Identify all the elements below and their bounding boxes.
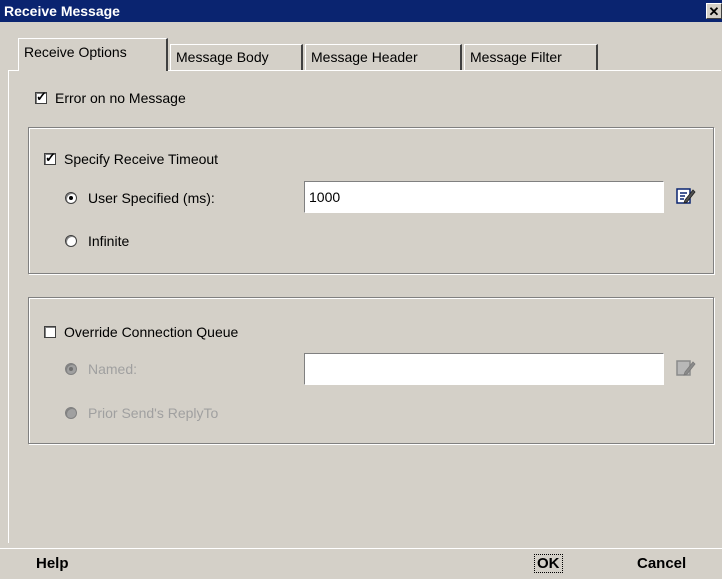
- user-specified-label: User Specified (ms):: [88, 190, 215, 206]
- infinite-radio[interactable]: Infinite: [65, 233, 129, 249]
- edit-icon[interactable]: [676, 186, 696, 206]
- prior-send-replyto-label: Prior Send's ReplyTo: [88, 405, 219, 421]
- ok-button-label: OK: [534, 554, 563, 573]
- tab-message-header[interactable]: Message Header: [305, 44, 462, 70]
- tab-message-body[interactable]: Message Body: [170, 44, 303, 70]
- timeout-ms-input[interactable]: 1000: [304, 181, 664, 213]
- edit-icon-disabled: [676, 360, 696, 376]
- radio-button[interactable]: [65, 407, 77, 419]
- named-label: Named:: [88, 361, 138, 377]
- radio-button[interactable]: [65, 192, 77, 204]
- error-on-no-message-label: Error on no Message: [55, 90, 186, 106]
- tab-message-filter[interactable]: Message Filter: [464, 44, 598, 70]
- specify-receive-timeout-label: Specify Receive Timeout: [64, 151, 219, 167]
- help-button[interactable]: Help: [32, 549, 73, 579]
- checkbox-box[interactable]: [44, 326, 56, 338]
- window-title: Receive Message: [4, 3, 120, 19]
- specify-receive-timeout-checkbox[interactable]: ✓ Specify Receive Timeout: [44, 150, 219, 167]
- infinite-label: Infinite: [88, 233, 130, 249]
- radio-dot: [69, 367, 73, 371]
- cancel-button[interactable]: Cancel: [633, 549, 690, 579]
- queue-name-input[interactable]: [304, 353, 664, 385]
- radio-button[interactable]: [65, 363, 77, 375]
- checkbox-box[interactable]: ✓: [44, 150, 56, 165]
- check-icon: ✓: [36, 89, 47, 104]
- radio-button[interactable]: [65, 235, 77, 247]
- named-radio[interactable]: Named:: [65, 361, 137, 377]
- checkbox-box[interactable]: ✓: [35, 89, 47, 104]
- ok-button[interactable]: OK: [530, 549, 567, 579]
- prior-send-replyto-radio[interactable]: Prior Send's ReplyTo: [65, 405, 218, 421]
- check-icon: ✓: [45, 150, 56, 165]
- tab-receive-options[interactable]: Receive Options: [18, 38, 168, 71]
- radio-dot: [69, 196, 73, 200]
- dialog-footer: Help OK Cancel: [0, 548, 722, 579]
- title-bar: Receive Message ✕: [0, 0, 722, 22]
- override-connection-queue-checkbox[interactable]: Override Connection Queue: [44, 324, 238, 340]
- close-icon[interactable]: ✕: [706, 3, 722, 19]
- user-specified-radio[interactable]: User Specified (ms):: [65, 190, 215, 206]
- override-connection-queue-label: Override Connection Queue: [64, 324, 239, 340]
- error-on-no-message-checkbox[interactable]: ✓ Error on no Message: [35, 89, 186, 106]
